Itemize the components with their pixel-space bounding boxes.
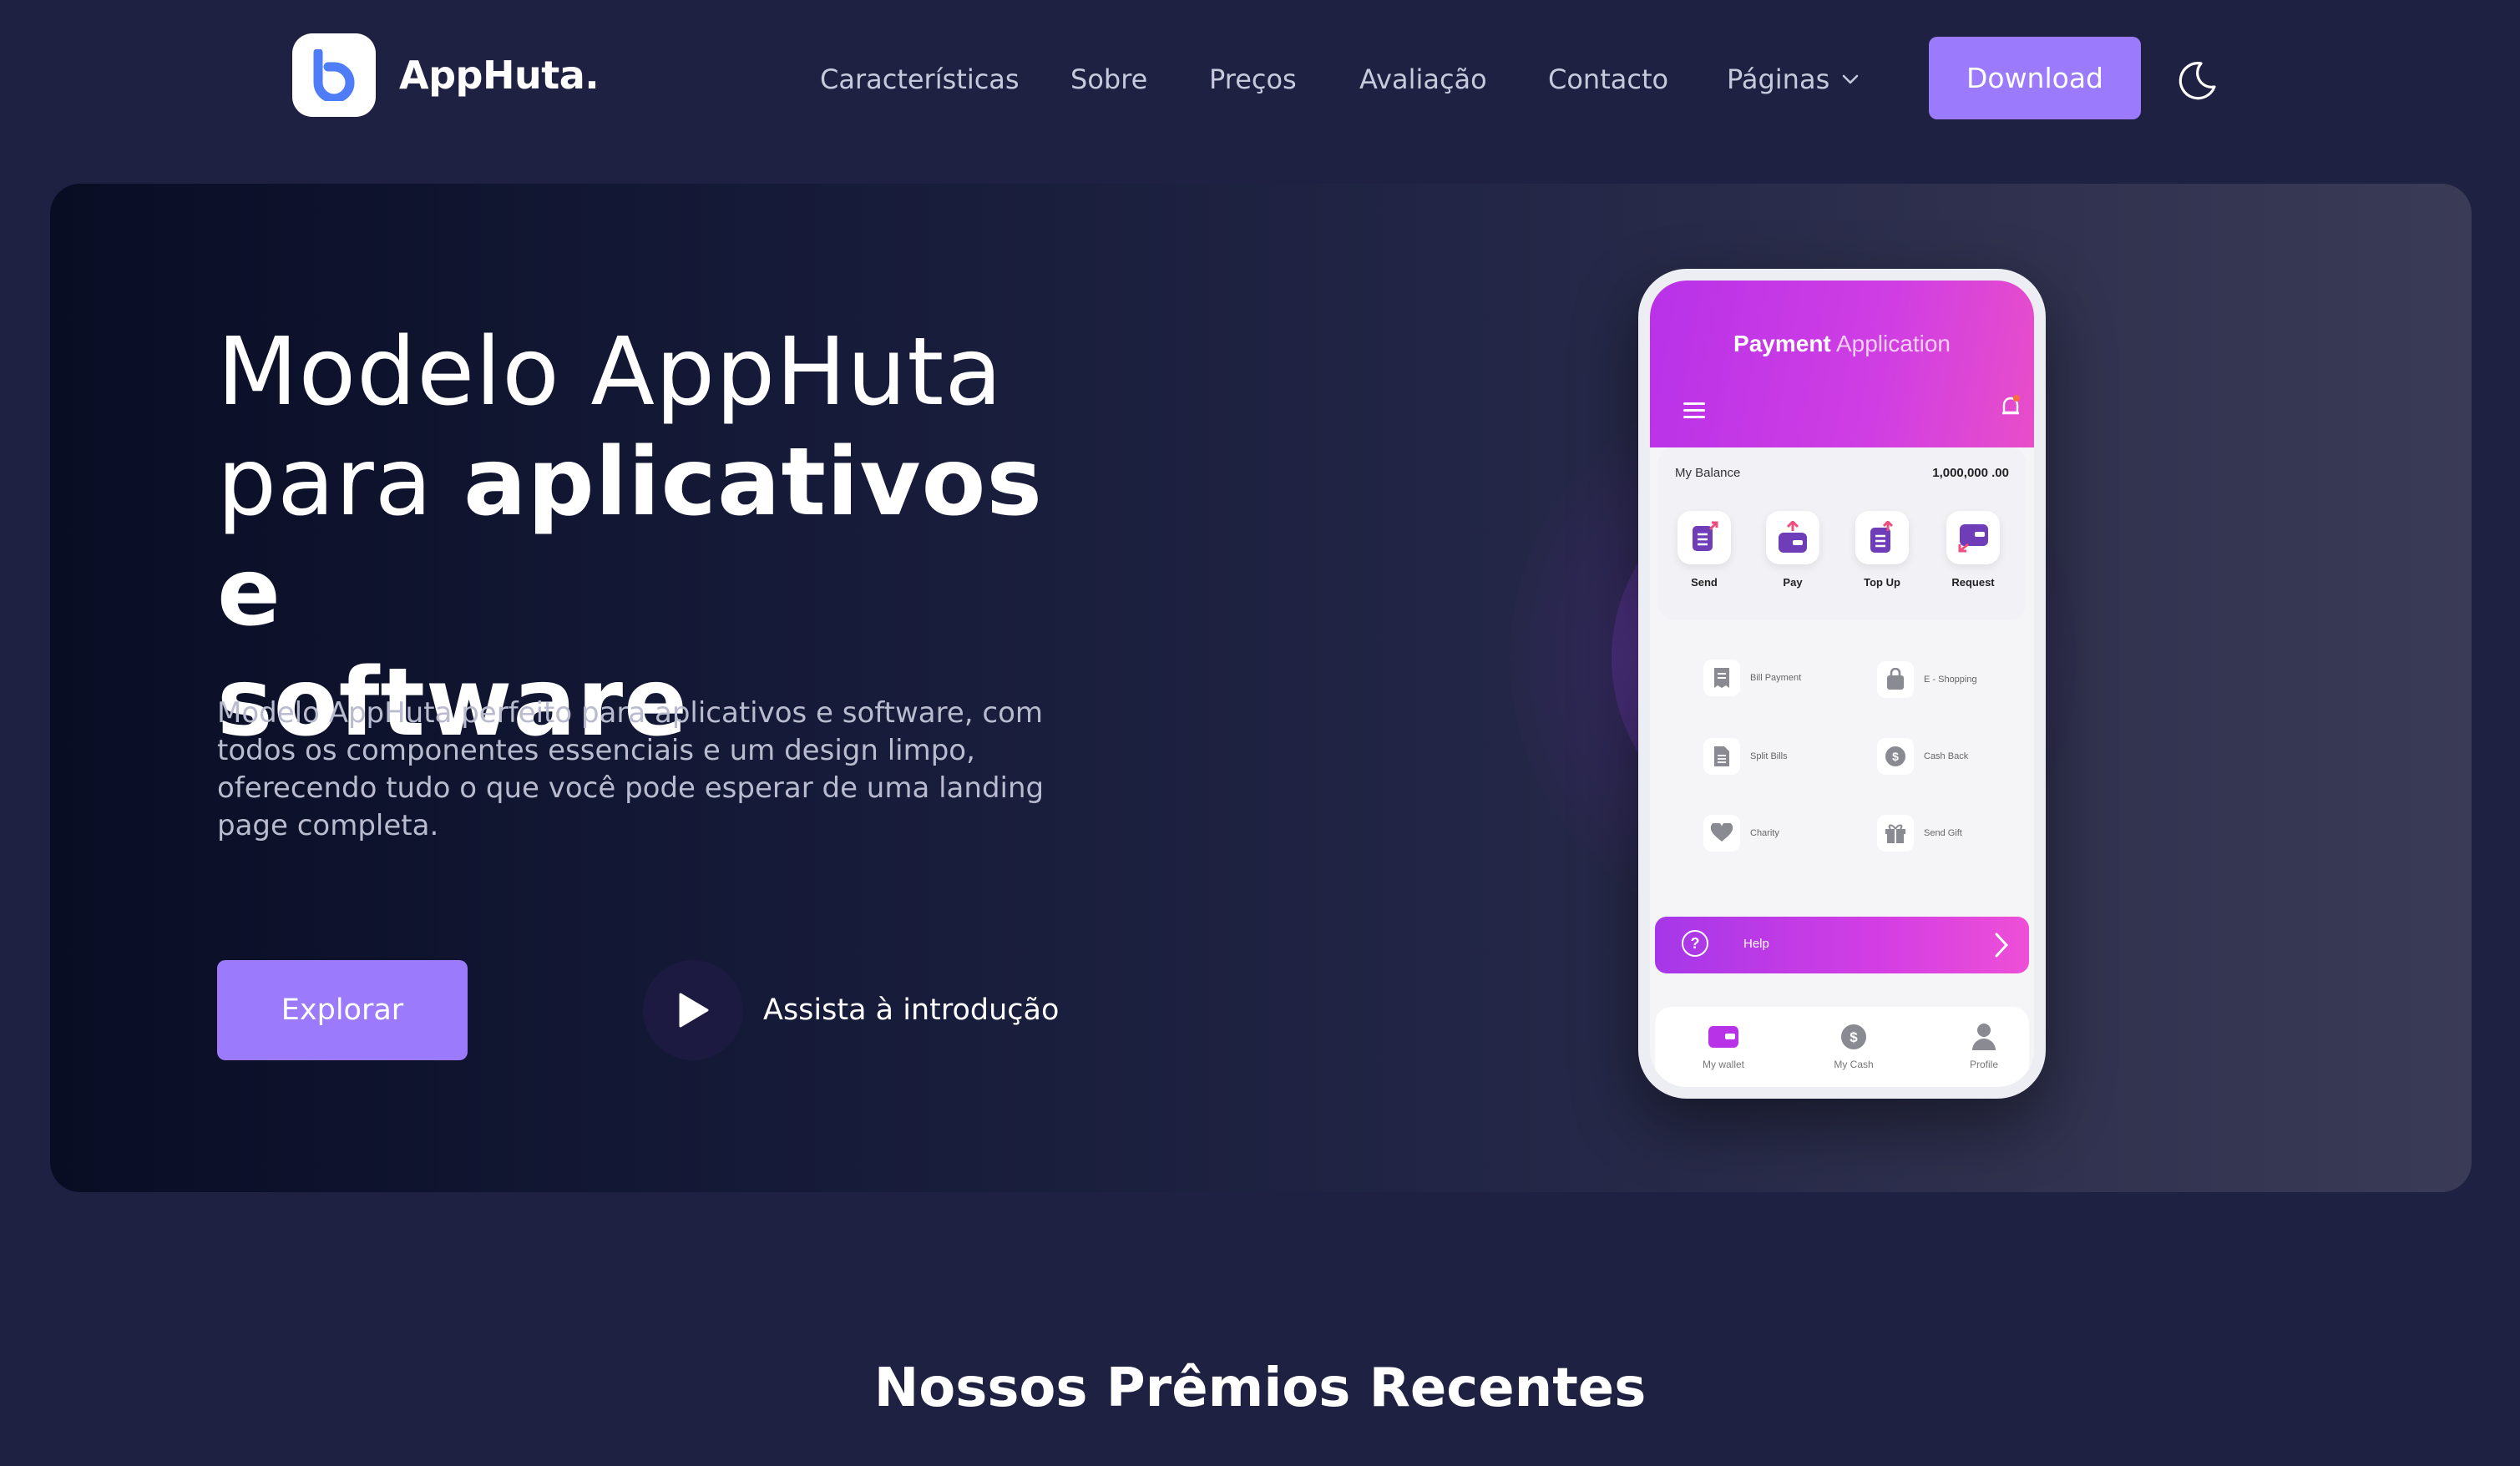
service-label: Send Gift: [1924, 828, 1962, 838]
nav-link-avaliacao[interactable]: Avaliação: [1359, 58, 1487, 100]
quick-action-label: Top Up: [1864, 576, 1900, 589]
quick-action-label: Request: [1951, 576, 1995, 589]
hero-description: Modelo AppHuta perfeito para aplicativos…: [217, 696, 1045, 842]
phone-app-title: Payment Application: [1650, 331, 2034, 357]
quick-action-label: Pay: [1783, 576, 1803, 589]
bottom-nav-label: My Cash: [1834, 1059, 1874, 1070]
service-split-bills: Split Bills: [1703, 738, 1788, 775]
logo-icon: [292, 33, 376, 117]
site-header: AppHuta. Características Sobre Preços Av…: [0, 0, 2520, 159]
brand-logo[interactable]: AppHuta.: [292, 33, 600, 117]
watch-intro-label: Assista à introdução: [763, 993, 1060, 1027]
heart-icon: [1703, 815, 1740, 852]
hero-title-line1: Modelo AppHuta: [217, 318, 1003, 427]
nav-link-sobre[interactable]: Sobre: [1070, 58, 1147, 100]
phone-mockup: Payment Application My Balance 1,000,000…: [1638, 269, 2046, 1099]
quick-action-top-up: Top Up: [1853, 511, 1911, 589]
nav-dropdown-label: Páginas: [1727, 63, 1830, 95]
nav-dropdown-paginas[interactable]: Páginas: [1727, 58, 1860, 100]
svg-text:$: $: [1892, 750, 1899, 763]
bottom-nav-profile: Profile: [1942, 1020, 2026, 1070]
hero-title-line2-light: para: [217, 428, 464, 537]
play-icon: [679, 993, 709, 1028]
watch-intro-link[interactable]: Assista à introdução: [643, 960, 1059, 1060]
svg-text:$: $: [1850, 1029, 1858, 1045]
service-bill-payment: Bill Payment: [1703, 660, 1801, 696]
gift-icon: [1877, 815, 1914, 852]
quick-action-label: Send: [1691, 576, 1718, 589]
balance-label: My Balance: [1675, 466, 1741, 480]
nav-link-caracteristicas[interactable]: Características: [820, 58, 1020, 100]
balance-value: 1,000,000 .00: [1932, 466, 2009, 480]
hamburger-menu-icon: [1683, 402, 1705, 418]
phone-title-light: Application: [1835, 331, 1951, 356]
service-charity: Charity: [1703, 815, 1779, 852]
chevron-right-icon: [1994, 932, 2009, 958]
download-button[interactable]: Download: [1929, 37, 2141, 119]
bell-icon: [2001, 394, 2021, 419]
cash-coin-icon: $: [1812, 1020, 1895, 1054]
hero-title: Modelo AppHuta para aplicativos e softwa…: [217, 317, 1136, 758]
top-up-icon: [1855, 511, 1909, 564]
service-label: Bill Payment: [1750, 673, 1802, 683]
service-label: E - Shopping: [1924, 675, 1977, 685]
coin-icon: $: [1877, 738, 1914, 775]
shopping-bag-icon: [1877, 661, 1914, 698]
hero-section: Modelo AppHuta para aplicativos e softwa…: [50, 184, 2472, 1192]
quick-action-pay: Pay: [1763, 511, 1822, 589]
chevron-down-icon: [1841, 73, 1860, 85]
bottom-nav-label: My wallet: [1702, 1059, 1744, 1070]
phone-header: [1650, 281, 2034, 447]
quick-action-request: Request: [1944, 511, 2002, 589]
request-icon: [1946, 511, 2000, 564]
nav-link-contacto[interactable]: Contacto: [1548, 58, 1668, 100]
service-e-shopping: E - Shopping: [1877, 661, 1977, 698]
phone-title-bold: Payment: [1733, 331, 1831, 356]
service-cash-back: $ Cash Back: [1877, 738, 1968, 775]
brand-name: AppHuta.: [399, 53, 600, 98]
quick-action-send: Send: [1675, 511, 1733, 589]
bottom-nav-my-cash: $ My Cash: [1812, 1020, 1895, 1070]
bottom-nav-my-wallet: My wallet: [1682, 1020, 1765, 1070]
question-icon: ?: [1682, 930, 1708, 957]
service-label: Split Bills: [1750, 751, 1788, 761]
document-icon: [1703, 738, 1740, 775]
wallet-icon: [1682, 1020, 1765, 1054]
service-label: Charity: [1750, 828, 1779, 838]
awards-section-title: Nossos Prêmios Recentes: [873, 1357, 1647, 1419]
pay-icon: [1766, 511, 1819, 564]
user-icon: [1942, 1020, 2026, 1054]
bottom-nav-label: Profile: [1969, 1059, 1998, 1070]
service-label: Cash Back: [1924, 751, 1969, 761]
help-bar: [1655, 917, 2029, 973]
service-send-gift: Send Gift: [1877, 815, 1962, 852]
moon-icon[interactable]: [2176, 58, 2219, 102]
help-label: Help: [1743, 937, 1769, 951]
nav-link-precos[interactable]: Preços: [1209, 58, 1297, 100]
send-icon: [1677, 511, 1731, 564]
play-button[interactable]: [643, 960, 743, 1060]
receipt-icon: [1703, 660, 1740, 696]
explore-button[interactable]: Explorar: [217, 960, 468, 1060]
